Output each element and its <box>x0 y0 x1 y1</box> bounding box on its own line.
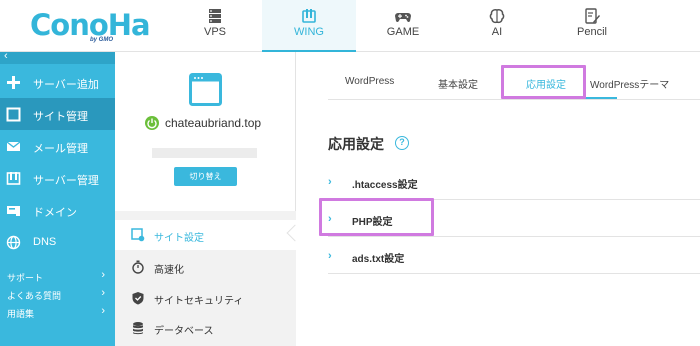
menu-item-site-settings[interactable]: サイト設定 <box>115 220 296 250</box>
server-icon <box>209 9 221 23</box>
tab-basic-settings[interactable]: 基本設定 <box>438 76 478 91</box>
menu-item-site-security[interactable]: サイトセキュリティ <box>115 283 296 313</box>
chevron-right-icon: › <box>101 287 105 299</box>
shield-icon <box>132 292 144 305</box>
highlight-box-php <box>319 198 434 236</box>
site-window-icon <box>189 73 222 106</box>
server-icon <box>6 172 21 185</box>
sidebar-collapse-button[interactable]: ‹ <box>0 50 115 64</box>
site-menu: サイト設定 高速化 サイトセキュリティ データベース <box>115 211 296 346</box>
chevron-right-icon: › <box>328 176 332 188</box>
sidebar-item-server-management[interactable]: サーバー管理 <box>0 162 115 194</box>
database-icon <box>133 322 143 335</box>
sidebar-item-mail-management[interactable]: メール管理 <box>0 130 115 162</box>
site-panel: chateaubriand.top 切り替え サイト設定 高速化 サイトセキュリ… <box>115 52 296 346</box>
sidebar-item-domain[interactable]: ドメイン <box>0 194 115 226</box>
site-domain: chateaubriand.top <box>165 116 262 130</box>
plus-icon <box>7 76 20 89</box>
sidebar-item-label: サイト管理 <box>33 111 88 123</box>
conoha-logo[interactable]: ConoHa by GMO <box>30 7 151 45</box>
nav-tab-ai[interactable]: AI <box>450 0 544 52</box>
setting-row-label: .htaccess設定 <box>352 180 418 191</box>
highlight-box-tab <box>501 65 586 99</box>
setting-row-label: ads.txt設定 <box>352 254 405 265</box>
sidebar-item-label: サーバー追加 <box>33 79 99 91</box>
nav-tab-wing[interactable]: WING <box>262 0 356 53</box>
menu-item-label: サイトセキュリティ <box>154 296 244 307</box>
chevron-right-icon: › <box>101 269 105 281</box>
nav-tab-pencil[interactable]: Pencil <box>545 0 639 52</box>
tab-wordpress[interactable]: WordPress <box>345 76 394 87</box>
stopwatch-icon <box>132 260 144 274</box>
sidebar-item-site-management[interactable]: サイト管理 <box>0 98 115 130</box>
menu-item-label: サイト設定 <box>154 233 204 244</box>
main-content: WordPress 基本設定 応用設定 WordPressテーマ 応用設定 ? … <box>296 52 700 346</box>
site-settings-icon <box>131 228 145 242</box>
setting-row-htaccess[interactable]: › .htaccess設定 <box>328 164 700 200</box>
wing-icon <box>302 9 316 23</box>
top-bar: ConoHa by GMO VPS WING GAME AI Pencil <box>0 0 700 53</box>
switch-site-button[interactable]: 切り替え <box>174 167 237 186</box>
window-icon <box>6 107 21 122</box>
chevron-left-icon: ‹ <box>4 50 8 62</box>
brain-icon <box>489 9 505 24</box>
power-status-icon <box>145 116 159 130</box>
nav-tab-label: AI <box>491 26 503 38</box>
sidebar-sub-label: サポート <box>7 273 44 283</box>
nav-tab-game[interactable]: GAME <box>356 0 450 52</box>
menu-item-label: 高速化 <box>154 265 184 276</box>
sidebar-sub-faq[interactable]: よくある質問 › <box>0 286 115 304</box>
help-icon[interactable]: ? <box>395 136 409 150</box>
site-url-bar <box>152 148 257 158</box>
nav-tab-vps[interactable]: VPS <box>168 0 262 52</box>
sidebar-item-add-server[interactable]: サーバー追加 <box>0 66 115 98</box>
menu-item-speed-up[interactable]: 高速化 <box>115 252 296 282</box>
logo-sub: by GMO <box>90 37 114 43</box>
sidebar-item-label: DNS <box>33 236 57 248</box>
sidebar-item-label: メール管理 <box>33 143 88 155</box>
menu-item-database[interactable]: データベース <box>115 313 296 343</box>
sidebar: ‹ サーバー追加 サイト管理 メール管理 サーバー管理 ドメイン DNS サポー… <box>0 50 115 346</box>
sidebar-sub-support[interactable]: サポート › <box>0 268 115 286</box>
menu-item-label: データベース <box>154 326 214 337</box>
section-title: 応用設定 <box>328 136 384 152</box>
nav-tab-label: VPS <box>203 26 226 38</box>
sidebar-item-dns[interactable]: DNS <box>0 226 115 258</box>
mail-icon <box>6 141 21 151</box>
tab-wordpress-theme[interactable]: WordPressテーマ <box>590 76 669 91</box>
gamepad-icon <box>395 13 411 22</box>
sidebar-item-label: サーバー管理 <box>33 175 99 187</box>
nav-tab-label: GAME <box>386 26 420 38</box>
sidebar-sub-label: 用語集 <box>7 309 35 319</box>
sidebar-sub-label: よくある質問 <box>7 291 62 301</box>
setting-row-ads-txt[interactable]: › ads.txt設定 <box>328 238 700 274</box>
globe-icon <box>6 235 21 250</box>
sidebar-item-label: ドメイン <box>33 207 77 219</box>
nav-tab-label: Pencil <box>577 26 607 38</box>
sidebar-sub-glossary[interactable]: 用語集 › <box>0 304 115 322</box>
chevron-right-icon: › <box>328 250 332 262</box>
domain-icon <box>7 206 20 216</box>
chevron-right-icon: › <box>101 305 105 317</box>
pencil-icon <box>585 8 600 24</box>
nav-tab-label: WING <box>294 26 324 38</box>
